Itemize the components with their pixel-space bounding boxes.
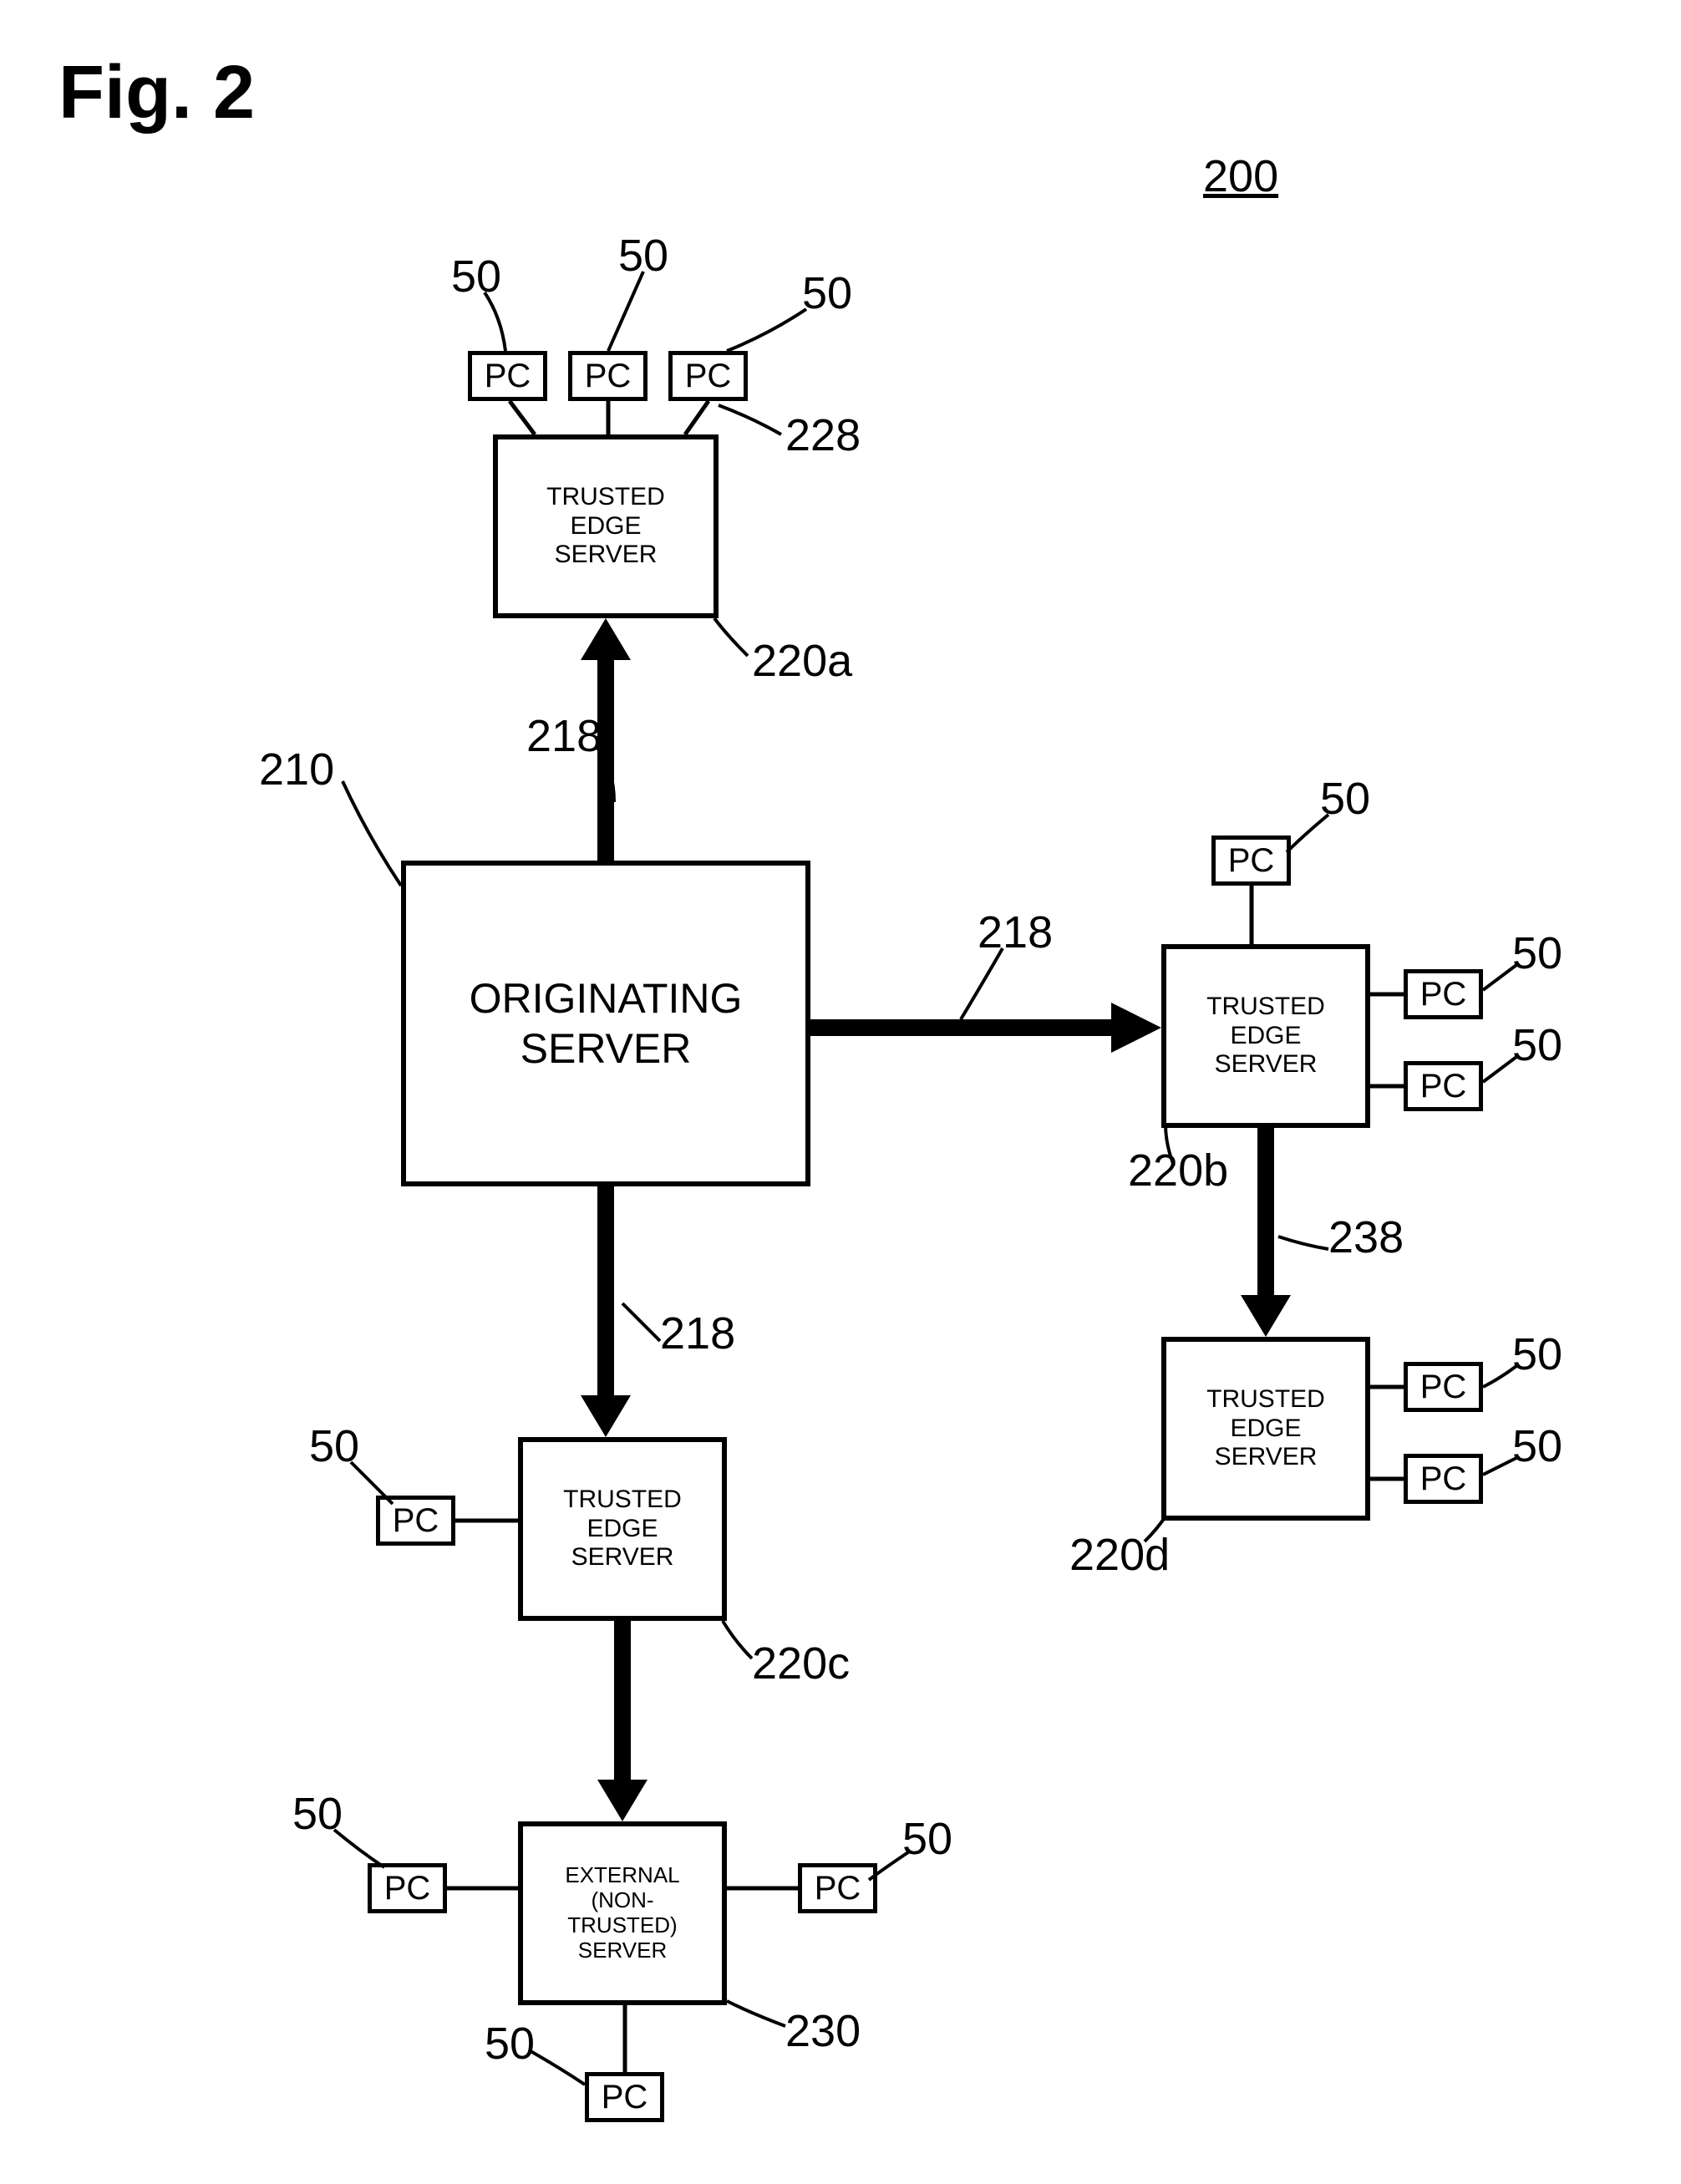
pc-ext-right-ref: 50 [902,1813,952,1865]
arrow-218-right [810,1003,1161,1053]
trusted-edge-d-ref: 220d [1069,1529,1170,1581]
external-server: EXTERNAL(NON-TRUSTED)SERVER [518,1821,727,2005]
external-server-ref: 230 [785,2005,861,2057]
pc-ext-left: PC [368,1863,447,1913]
trusted-edge-a-ref: 220a [752,635,852,687]
trusted-edge-server-d: TRUSTEDEDGESERVER [1161,1337,1370,1521]
diagram-canvas: Fig. 2 200 ORIGINATINGSERVER 210 TRUSTED… [0,0,1681,2184]
trusted-edge-server-c: TRUSTEDEDGESERVER [518,1437,727,1621]
pc-b-right2-ref: 50 [1512,1019,1562,1071]
link-228-label: 228 [785,409,861,461]
figure-title: Fig. 2 [58,50,255,136]
trusted-edge-server-b: TRUSTEDEDGESERVER [1161,944,1370,1128]
originating-server-ref: 210 [259,744,334,795]
trusted-edge-a-label: TRUSTEDEDGESERVER [546,483,665,570]
pc-d-right2-ref: 50 [1512,1420,1562,1472]
link-218-up-label: 218 [526,710,602,762]
pc-b-right1-ref: 50 [1512,927,1562,979]
pc-a2-ref: 50 [618,230,668,282]
link-218-down-label: 218 [660,1308,735,1359]
pc-ext-bottom-ref: 50 [485,2018,535,2070]
pc-ext-bottom: PC [585,2072,664,2122]
pc-a1: PC [468,351,547,401]
pc-a3-ref: 50 [802,267,852,319]
pc-c-left: PC [376,1496,455,1546]
trusted-edge-b-ref: 220b [1128,1145,1228,1196]
pc-b-top-ref: 50 [1320,773,1370,825]
arrow-218-down [581,1186,631,1437]
pc-d-right1: PC [1404,1362,1483,1412]
trusted-edge-server-a: TRUSTEDEDGESERVER [493,434,719,618]
pc-b-right2: PC [1404,1061,1483,1111]
pc-a3: PC [668,351,748,401]
link-238-label: 238 [1328,1211,1404,1263]
pc-a2: PC [568,351,648,401]
trusted-edge-d-label: TRUSTEDEDGESERVER [1206,1385,1325,1472]
trusted-edge-c-label: TRUSTEDEDGESERVER [563,1486,682,1572]
system-ref: 200 [1203,150,1278,202]
pc-c-left-ref: 50 [309,1420,359,1472]
arrow-c-to-external [597,1621,648,1821]
external-server-label: EXTERNAL(NON-TRUSTED)SERVER [565,1863,679,1963]
originating-server-label: ORIGINATINGSERVER [470,973,743,1074]
originating-server: ORIGINATINGSERVER [401,861,810,1186]
pc-a1-ref: 50 [451,251,501,302]
pc-d-right1-ref: 50 [1512,1328,1562,1380]
pc-b-right1: PC [1404,969,1483,1019]
pc-b-top: PC [1211,836,1291,886]
arrow-238 [1241,1128,1291,1337]
trusted-edge-c-ref: 220c [752,1638,850,1689]
pc-ext-left-ref: 50 [292,1788,343,1840]
link-218-right-label: 218 [978,907,1053,958]
pc-d-right2: PC [1404,1454,1483,1504]
trusted-edge-b-label: TRUSTEDEDGESERVER [1206,993,1325,1079]
pc-ext-right: PC [798,1863,877,1913]
